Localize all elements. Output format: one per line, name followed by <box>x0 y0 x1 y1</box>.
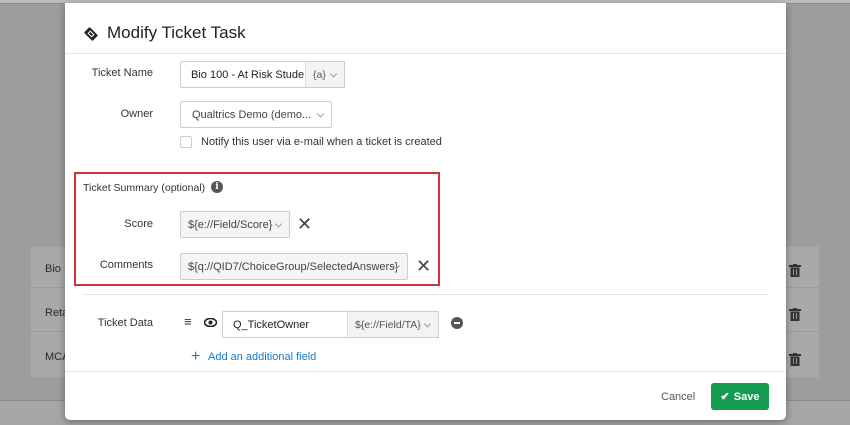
chevron-down-icon <box>329 69 338 78</box>
score-select[interactable]: ${e://Field/Score} <box>180 211 290 238</box>
add-field-link[interactable]: Add an additional field <box>208 351 316 363</box>
ticket-icon <box>84 27 98 41</box>
save-label: Save <box>733 390 760 403</box>
save-button[interactable]: ✔ Save <box>711 383 769 410</box>
comments-value: ${q://QID7/ChoiceGroup/SelectedAnswers} <box>188 260 399 273</box>
piped-text-label: {a} <box>313 68 326 81</box>
ticket-data-value: ${e://Field/TA} <box>355 318 421 331</box>
section-divider <box>83 294 768 295</box>
cancel-button[interactable]: Cancel <box>661 391 695 403</box>
ticket-data-key-input[interactable]: Q_TicketOwner <box>222 311 348 338</box>
trash-icon[interactable] <box>789 264 801 277</box>
owner-value: Qualtrics Demo (demo... <box>192 108 312 121</box>
info-icon[interactable]: i <box>211 181 223 193</box>
modify-ticket-dialog: Modify Ticket Task Ticket Name Bio 100 -… <box>65 3 786 420</box>
notify-label: Notify this user via e-mail when a ticke… <box>201 136 442 148</box>
remove-comments-icon[interactable]: ✕ <box>416 257 431 275</box>
score-value: ${e://Field/Score} <box>188 218 273 231</box>
trash-icon[interactable] <box>789 308 801 321</box>
ticket-name-input[interactable]: Bio 100 - At Risk Stude <box>180 61 306 88</box>
trash-icon[interactable] <box>789 353 801 366</box>
comments-select[interactable]: ${q://QID7/ChoiceGroup/SelectedAnswers} <box>180 253 408 280</box>
drag-handle-icon[interactable]: ≡ <box>184 315 192 328</box>
owner-label: Owner <box>120 108 153 120</box>
owner-select[interactable]: Qualtrics Demo (demo... <box>180 101 332 128</box>
eye-icon[interactable] <box>204 318 217 327</box>
plus-icon[interactable]: + <box>191 349 200 365</box>
ticket-name-label: Ticket Name <box>91 67 153 79</box>
chevron-down-icon <box>392 261 401 270</box>
ticket-summary-heading: Ticket Summary (optional) <box>83 182 206 194</box>
footer-divider <box>65 371 786 372</box>
ticket-data-value-dropdown[interactable]: ${e://Field/TA} <box>347 311 439 338</box>
remove-field-icon[interactable] <box>451 317 463 329</box>
chevron-down-icon <box>316 109 325 118</box>
chevron-down-icon <box>423 319 432 328</box>
remove-score-icon[interactable]: ✕ <box>297 215 312 233</box>
comments-label: Comments <box>99 259 153 271</box>
notify-checkbox[interactable] <box>180 136 192 148</box>
chevron-down-icon <box>274 219 283 228</box>
piped-text-dropdown[interactable]: {a} <box>305 61 345 88</box>
check-icon: ✔ <box>720 391 730 403</box>
header-divider <box>65 53 786 54</box>
dialog-title: Modify Ticket Task <box>107 23 246 42</box>
ticket-data-label: Ticket Data <box>97 317 153 329</box>
score-label: Score <box>124 218 153 230</box>
